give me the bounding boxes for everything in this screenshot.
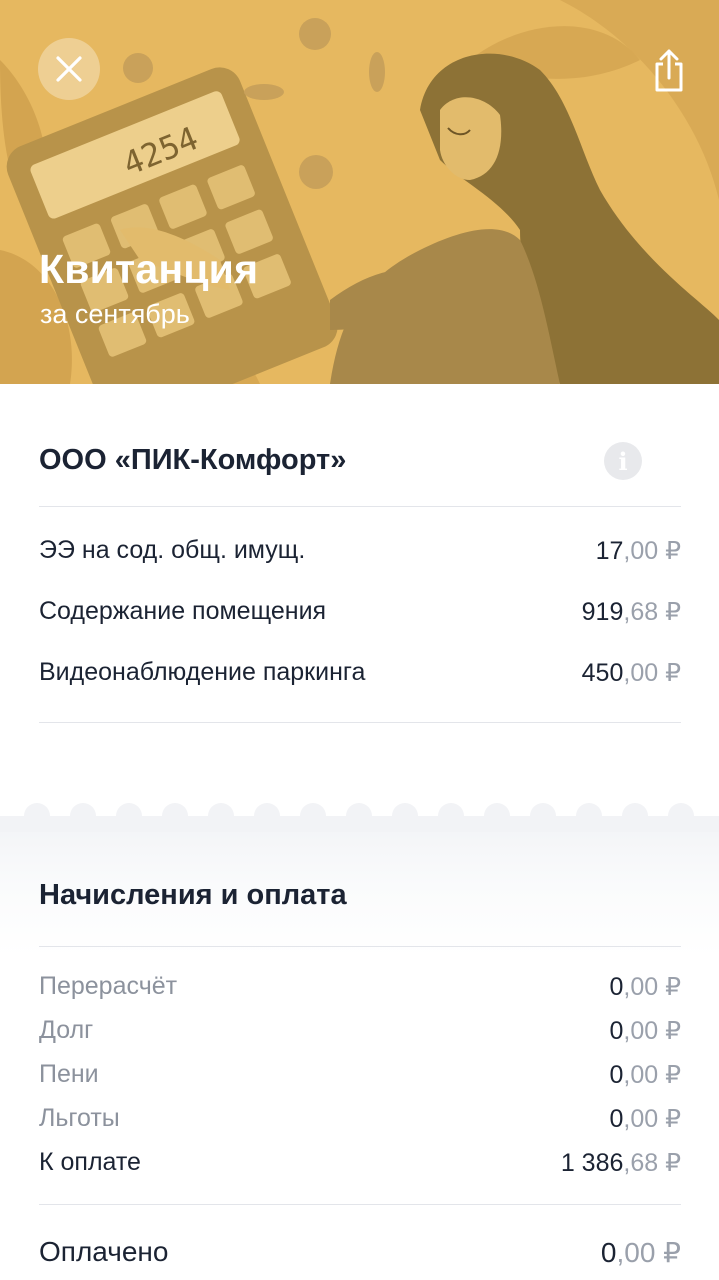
divider	[39, 946, 681, 947]
share-icon	[655, 49, 683, 92]
total-due-row: К оплате 1 386,68 ₽	[39, 1148, 681, 1184]
receipt-header: 4254 Квитанция за сентябрь	[0, 0, 719, 384]
charge-label: Пени	[39, 1060, 99, 1088]
close-button[interactable]	[38, 38, 100, 100]
receipt-tear-edge	[0, 803, 719, 832]
charge-label: Перерасчёт	[39, 972, 178, 1000]
close-icon	[56, 56, 82, 82]
service-row: ЭЭ на сод. общ. имущ. 17,00 ₽	[39, 536, 681, 572]
divider	[39, 1204, 681, 1205]
charge-row: Пени 0,00 ₽	[39, 1060, 681, 1096]
charge-row: Льготы 0,00 ₽	[39, 1104, 681, 1140]
service-row: Видеонаблюдение паркинга 450,00 ₽	[39, 658, 681, 694]
service-label: Содержание помещения	[39, 597, 327, 625]
paid-label: Оплачено	[39, 1236, 169, 1267]
page-subtitle: за сентябрь	[40, 299, 190, 329]
service-amount: 17,00 ₽	[595, 537, 681, 565]
service-amount: 450,00 ₽	[581, 659, 681, 687]
charge-row: Долг 0,00 ₽	[39, 1016, 681, 1052]
divider	[39, 722, 681, 723]
paid-amount: 0,00 ₽	[600, 1237, 681, 1268]
total-due-label: К оплате	[39, 1148, 141, 1176]
charge-label: Льготы	[39, 1104, 120, 1132]
charges-title: Начисления и оплата	[39, 879, 347, 911]
info-icon[interactable]: i	[604, 442, 642, 480]
total-due-amount: 1 386,68 ₽	[560, 1149, 681, 1177]
charge-amount: 0,00 ₽	[609, 1061, 681, 1089]
service-label: ЭЭ на сод. общ. имущ.	[39, 536, 306, 564]
provider-section: ООО «ПИК-Комфорт» i ЭЭ на сод. общ. имущ…	[0, 384, 719, 804]
divider	[39, 506, 681, 507]
service-amount: 919,68 ₽	[581, 598, 681, 626]
charge-label: Долг	[39, 1016, 94, 1044]
page-title: Квитанция	[39, 246, 259, 292]
charge-amount: 0,00 ₽	[609, 1017, 681, 1045]
paid-row: Оплачено 0,00 ₽	[39, 1236, 681, 1272]
charge-row: Перерасчёт 0,00 ₽	[39, 972, 681, 1008]
service-row: Содержание помещения 919,68 ₽	[39, 597, 681, 633]
service-label: Видеонаблюдение паркинга	[39, 658, 366, 686]
provider-header: ООО «ПИК-Комфорт»	[39, 440, 681, 484]
charge-amount: 0,00 ₽	[609, 973, 681, 1001]
share-button[interactable]	[646, 44, 692, 96]
charge-amount: 0,00 ₽	[609, 1105, 681, 1133]
provider-name: ООО «ПИК-Комфорт»	[39, 444, 347, 476]
